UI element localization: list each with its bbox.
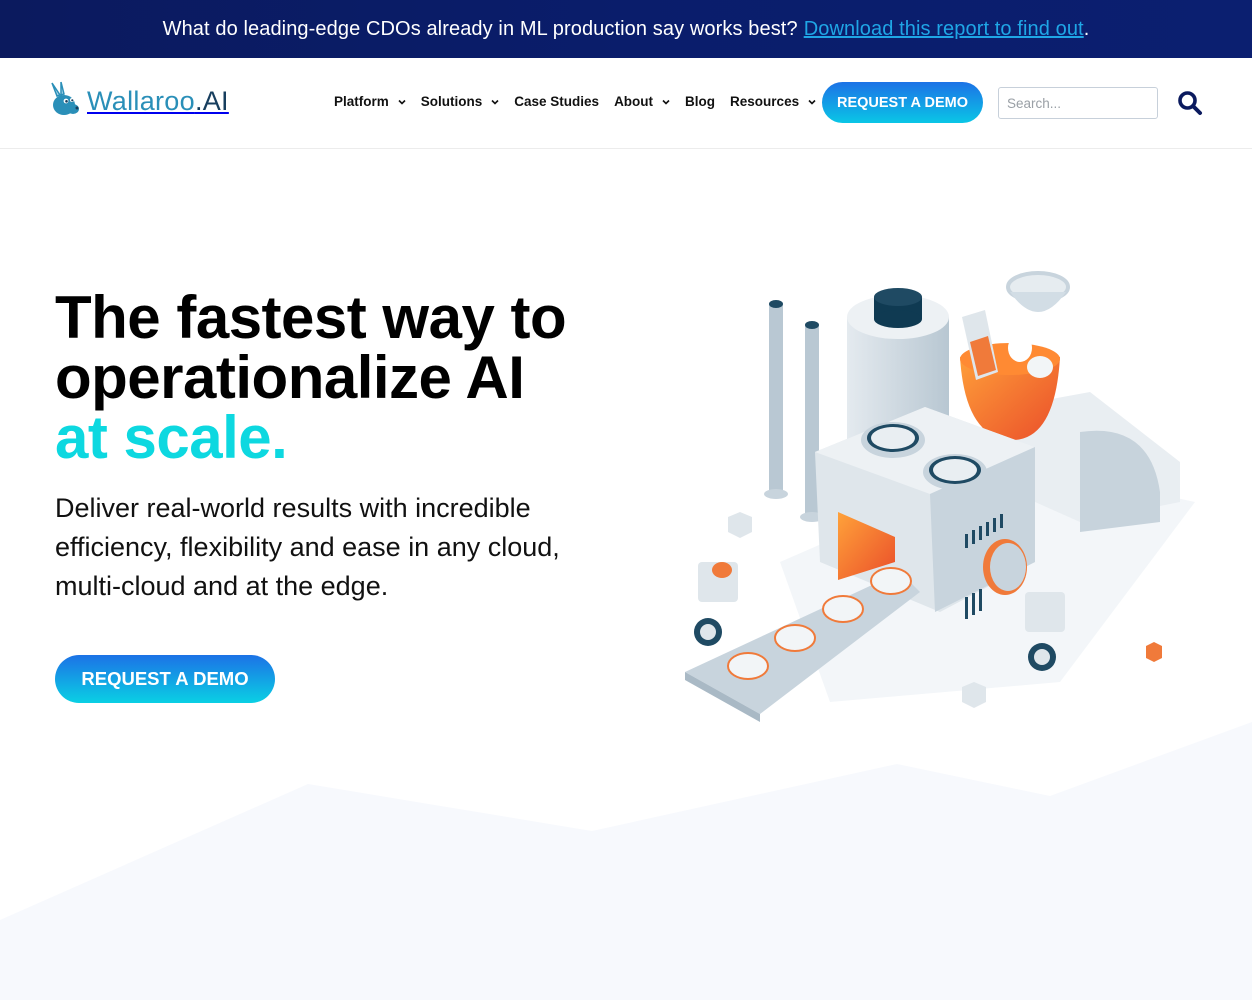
download-report-link[interactable]: Download this report to find out bbox=[804, 18, 1084, 41]
chevron-down-icon bbox=[491, 99, 499, 105]
logo-link[interactable]: Wallaroo.AI bbox=[49, 81, 229, 122]
background-mountain-shape bbox=[0, 722, 1252, 1000]
isometric-factory-illustration bbox=[685, 271, 1195, 722]
kangaroo-logo-icon bbox=[49, 81, 81, 122]
request-demo-button-header[interactable]: REQUEST A DEMO bbox=[822, 82, 983, 123]
nav-label: Blog bbox=[685, 94, 716, 109]
nav-item-solutions[interactable]: Solutions bbox=[421, 94, 500, 109]
search-input[interactable] bbox=[998, 87, 1158, 119]
nav-item-platform[interactable]: Platform bbox=[334, 94, 406, 109]
search-icon[interactable] bbox=[1176, 89, 1204, 117]
nav-label: Case Studies bbox=[514, 94, 600, 109]
nav-item-about[interactable]: About bbox=[614, 94, 670, 109]
nav-label: Platform bbox=[334, 94, 389, 109]
nav-item-case-studies[interactable]: Case Studies bbox=[514, 94, 599, 109]
nav-label: Solutions bbox=[420, 94, 483, 109]
hero-title: The fastest way to operationalize AI at … bbox=[55, 288, 567, 471]
banner-text: What do leading-edge CDOs already in ML … bbox=[162, 17, 798, 40]
bowl-icon bbox=[1006, 271, 1070, 312]
banner-trailing: . bbox=[1083, 17, 1090, 40]
nav-label: Resources bbox=[730, 94, 800, 109]
hero-title-line-2: operationalize AI bbox=[55, 344, 525, 411]
chimney-pipes bbox=[764, 300, 824, 522]
nav-label: About bbox=[614, 94, 654, 109]
main-nav: Platform Solutions Case Studies About Bl… bbox=[334, 94, 831, 109]
nav-item-resources[interactable]: Resources bbox=[730, 94, 816, 109]
logo-wordmark: Wallaroo.AI bbox=[87, 86, 229, 116]
hero-title-accent: at scale. bbox=[55, 404, 288, 471]
announcement-banner: What do leading-edge CDOs already in ML … bbox=[0, 0, 1252, 58]
request-demo-button-hero[interactable]: REQUEST A DEMO bbox=[55, 655, 275, 703]
cube-decoration bbox=[962, 682, 986, 708]
robot-left bbox=[694, 562, 738, 646]
cube-decoration bbox=[728, 512, 752, 538]
hero-title-line-1: The fastest way to bbox=[55, 284, 567, 351]
nav-item-blog[interactable]: Blog bbox=[685, 94, 715, 109]
hero-subtitle: Deliver real-world results with incredib… bbox=[55, 493, 560, 601]
site-header: Wallaroo.AI Platform Solutions Case Stud… bbox=[0, 58, 1252, 149]
chevron-down-icon bbox=[808, 99, 816, 105]
chevron-down-icon bbox=[398, 99, 406, 105]
cube-decoration bbox=[1146, 642, 1162, 662]
chevron-down-icon bbox=[662, 99, 670, 105]
